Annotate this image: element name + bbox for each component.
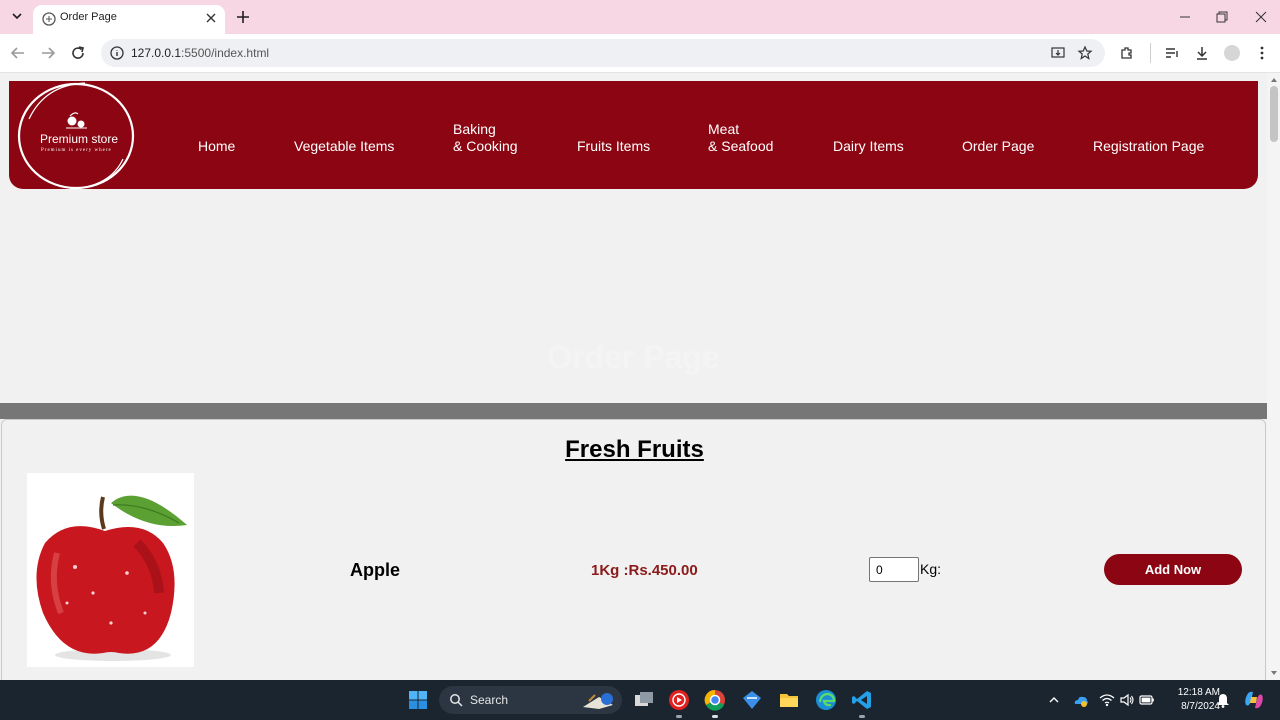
tray-chevron-up-icon[interactable] <box>1048 694 1060 706</box>
chevron-down-icon <box>12 13 22 20</box>
back-icon[interactable] <box>10 45 26 61</box>
quantity-input[interactable] <box>869 557 919 582</box>
taskbar-search[interactable]: Search <box>439 686 622 714</box>
store-logo[interactable]: Premium store Premium is every where <box>15 79 137 191</box>
apple-image <box>27 473 194 667</box>
logo-tagline: Premium is every where <box>41 148 112 153</box>
hero-title: Order Page <box>547 339 720 375</box>
vscode-icon[interactable] <box>851 689 873 711</box>
extensions-icon[interactable] <box>1119 45 1135 61</box>
nav-link-fruits-items[interactable]: Fruits Items <box>577 138 650 155</box>
product-name: Apple <box>350 560 401 580</box>
search-icon <box>450 694 463 707</box>
windows-start-icon[interactable] <box>407 689 429 711</box>
reload-icon[interactable] <box>70 45 86 61</box>
nav-link-meat-seafood[interactable]: Meat & Seafood <box>708 121 773 155</box>
tray-clock[interactable]: 12:18 AM 8/7/2024 <box>1160 686 1220 714</box>
tab-search-button[interactable] <box>7 6 27 26</box>
youtube-active-indicator <box>676 715 682 718</box>
copilot-icon[interactable] <box>1243 689 1265 711</box>
site-navbar: Premium store Premium is every where Hom… <box>9 79 1258 191</box>
close-window-icon[interactable] <box>1254 10 1268 24</box>
windows-taskbar: Search 12:18 AM 8/7/2024 <box>0 680 1280 720</box>
media-queue-icon[interactable] <box>1164 45 1180 61</box>
file-explorer-icon[interactable] <box>778 689 800 711</box>
nav-link-baking-cooking[interactable]: Baking & Cooking <box>453 121 518 155</box>
page-viewport: Premium store Premium is every where Hom… <box>0 73 1267 680</box>
toolbar-divider <box>1150 43 1151 63</box>
chrome-active-indicator <box>712 715 718 718</box>
profile-avatar[interactable] <box>1224 45 1240 61</box>
tab-title: Order Page <box>60 11 117 23</box>
close-tab-icon[interactable] <box>204 11 218 25</box>
wifi-icon[interactable] <box>1099 692 1115 708</box>
tray-time: 12:18 AM <box>1177 687 1220 698</box>
more-menu-icon[interactable] <box>1254 45 1270 61</box>
scroll-down-icon[interactable] <box>1270 669 1278 677</box>
page-favicon-icon <box>42 12 56 26</box>
quantity-unit-label: Kg: <box>920 561 942 577</box>
app-shortcut-icon[interactable] <box>741 689 763 711</box>
minimize-icon[interactable] <box>1178 10 1192 24</box>
nav-link-home[interactable]: Home <box>198 138 235 155</box>
download-icon[interactable] <box>1194 45 1210 61</box>
volume-icon[interactable] <box>1119 692 1135 708</box>
section-title: Fresh Fruits <box>565 436 704 463</box>
tray-date: 8/7/2024 <box>1181 701 1220 712</box>
onedrive-icon[interactable] <box>1073 692 1089 708</box>
battery-icon[interactable] <box>1139 692 1155 708</box>
add-now-button[interactable]: Add Now <box>1104 554 1242 585</box>
chrome-icon[interactable] <box>704 689 726 711</box>
new-tab-icon[interactable] <box>235 9 251 25</box>
scroll-up-icon[interactable] <box>1270 76 1278 84</box>
restore-icon[interactable] <box>1215 10 1229 24</box>
install-app-icon[interactable] <box>1050 45 1066 61</box>
scrollbar-thumb[interactable] <box>1270 86 1278 142</box>
youtube-music-icon[interactable] <box>668 689 690 711</box>
browser-tab[interactable]: Order Page <box>33 5 225 34</box>
forward-icon[interactable] <box>40 45 56 61</box>
nav-link-order-page[interactable]: Order Page <box>962 138 1034 155</box>
search-label: Search <box>470 693 509 707</box>
address-bar[interactable]: 127.0.0.1:5500/index.html <box>101 39 1105 67</box>
page-scrollbar[interactable] <box>1267 73 1280 680</box>
bookmark-star-icon[interactable] <box>1077 45 1093 61</box>
site-info-icon[interactable] <box>109 45 125 61</box>
nav-link-dairy-items[interactable]: Dairy Items <box>833 138 904 155</box>
nav-link-vegetable-items[interactable]: Vegetable Items <box>294 138 394 155</box>
search-highlight-icon <box>583 693 613 709</box>
notification-bell-icon[interactable] <box>1216 692 1230 708</box>
browser-tab-strip: Order Page <box>0 0 1280 34</box>
edge-icon[interactable] <box>815 689 837 711</box>
product-card: Fresh Fruits Apple 1Kg :Rs.450.00 Kg: <box>1 419 1266 680</box>
section-divider <box>0 403 1267 419</box>
vscode-active-indicator <box>859 715 865 718</box>
task-view-icon[interactable] <box>633 689 655 711</box>
product-price: 1Kg :Rs.450.00 <box>591 562 698 579</box>
url-text: 127.0.0.1:5500/index.html <box>131 46 270 60</box>
nav-link-registration-page[interactable]: Registration Page <box>1093 138 1204 155</box>
logo-title: Premium store <box>40 132 119 146</box>
apple-icon <box>36 495 187 661</box>
browser-toolbar: 127.0.0.1:5500/index.html <box>0 34 1280 73</box>
